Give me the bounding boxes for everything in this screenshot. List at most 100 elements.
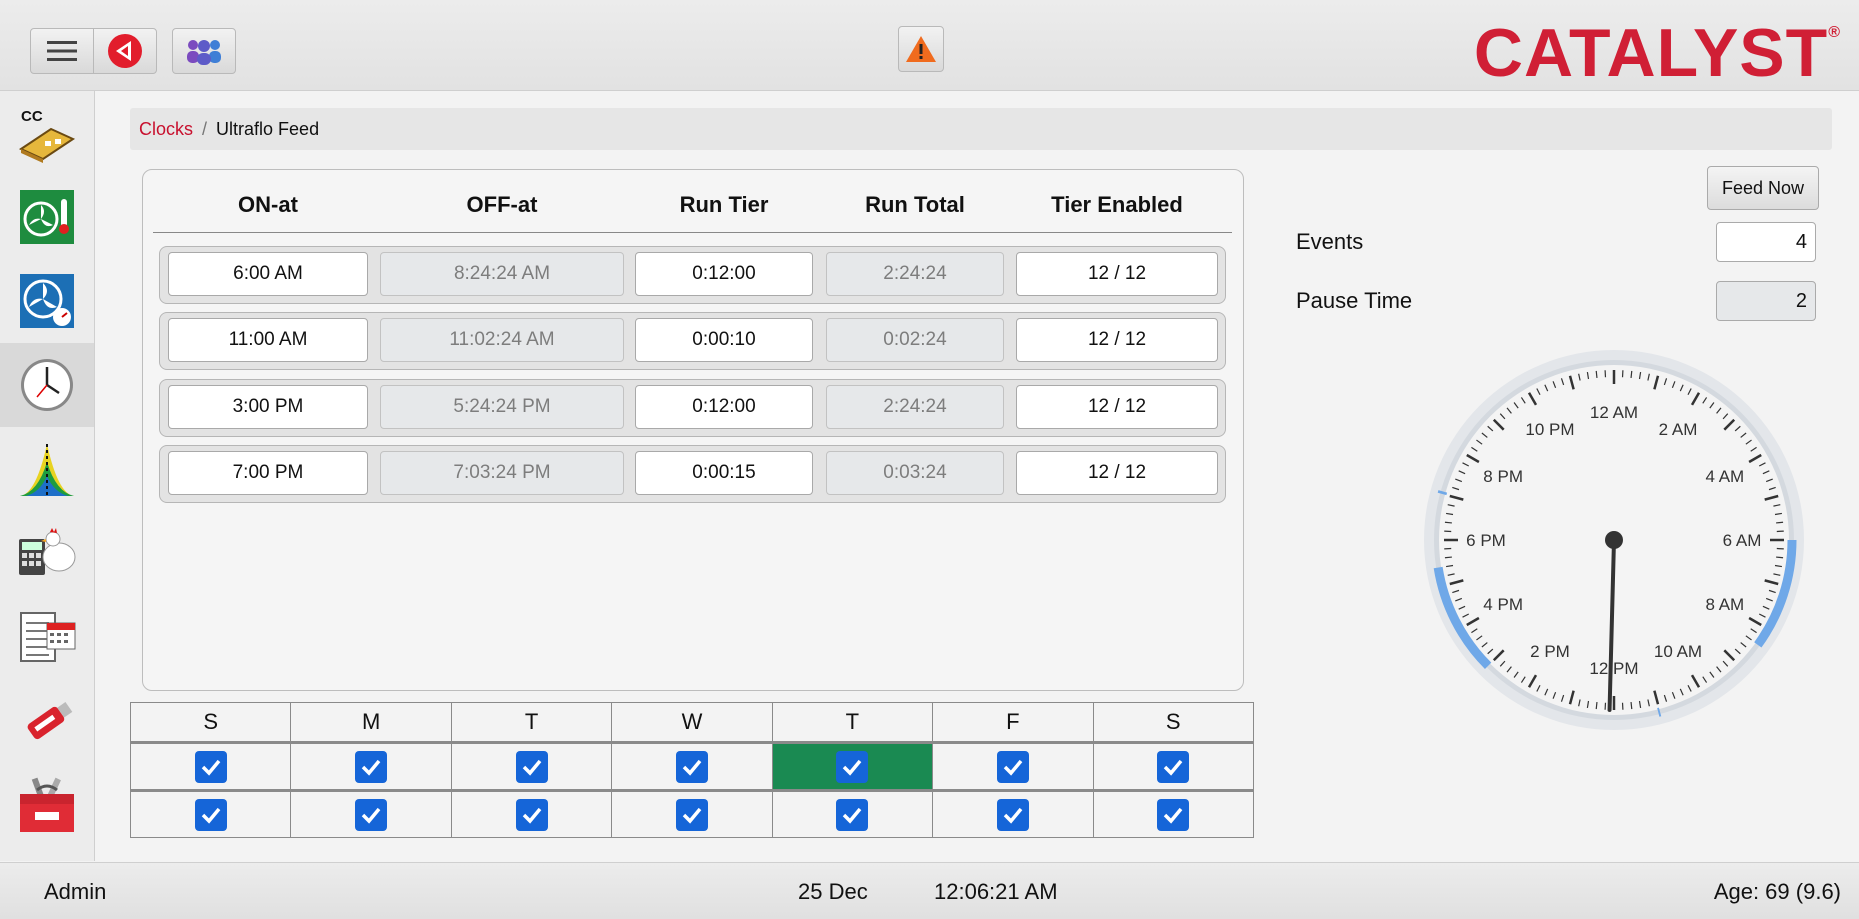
check-icon [360, 756, 382, 778]
check-icon [360, 804, 382, 826]
day-checkbox[interactable] [676, 799, 708, 831]
day-cell [933, 791, 1093, 838]
day-checkbox[interactable] [195, 799, 227, 831]
run-tier-field[interactable]: 0:12:00 [635, 252, 813, 296]
on-at-field[interactable]: 7:00 PM [168, 451, 368, 495]
tier-enabled-field[interactable]: 12 / 12 [1016, 252, 1218, 296]
run-total-value: 0:03:24 [826, 451, 1004, 495]
day-checkbox[interactable] [355, 751, 387, 783]
sidebar-item-bird-calculator[interactable] [0, 511, 94, 595]
top-bar: CATALYST® [0, 0, 1859, 91]
sidebar-item-usb[interactable] [0, 679, 94, 763]
run-tier-field[interactable]: 0:00:10 [635, 318, 813, 362]
on-at-field[interactable]: 3:00 PM [168, 385, 368, 429]
sidebar-item-fan-temperature[interactable] [0, 175, 94, 259]
off-at-value: 11:02:24 AM [380, 318, 624, 362]
tier-enabled-field[interactable]: 12 / 12 [1016, 318, 1218, 362]
clock-tick [1631, 702, 1632, 709]
day-cell [1093, 743, 1253, 791]
day-checkbox[interactable] [195, 751, 227, 783]
breadcrumb-separator: / [202, 119, 207, 140]
tier-enabled-field[interactable]: 12 / 12 [1016, 451, 1218, 495]
clock-hour-label: 12 PM [1589, 659, 1638, 678]
run-tier-field[interactable]: 0:00:15 [635, 451, 813, 495]
menu-button[interactable] [31, 29, 93, 73]
run-total-value: 2:24:24 [826, 385, 1004, 429]
back-button[interactable] [93, 29, 156, 73]
day-cell [291, 791, 451, 838]
day-checkbox[interactable] [1157, 751, 1189, 783]
sidebar-item-growth-curve[interactable] [0, 427, 94, 511]
day-checkbox[interactable] [836, 799, 868, 831]
sidebar-item-toolbox[interactable] [0, 763, 94, 847]
toolbox-icon [17, 776, 77, 834]
run-tier-field[interactable]: 0:12:00 [635, 385, 813, 429]
check-icon [841, 756, 863, 778]
clock-hour-label: 2 PM [1530, 642, 1570, 661]
feed-now-button[interactable]: Feed Now [1707, 166, 1819, 210]
clock-hour-label: 10 PM [1525, 420, 1574, 439]
on-at-field[interactable]: 6:00 AM [168, 252, 368, 296]
off-at-value: 8:24:24 AM [380, 252, 624, 296]
sidebar-item-schedule-log[interactable] [0, 595, 94, 679]
clock-tick [1776, 522, 1783, 523]
clock-tick [1776, 557, 1783, 558]
sidebar: CC [0, 91, 95, 861]
day-checkbox[interactable] [1157, 799, 1189, 831]
warning-icon [904, 34, 938, 64]
back-icon [107, 33, 143, 69]
check-icon [681, 756, 703, 778]
clock-hour-label: 10 AM [1654, 642, 1702, 661]
tier-enabled-field[interactable]: 12 / 12 [1016, 385, 1218, 429]
day-cell [933, 743, 1093, 791]
column-header-on-at: ON-at [168, 192, 368, 218]
day-header-sunday: S [131, 703, 291, 743]
check-icon [1162, 756, 1184, 778]
clock-tick [1445, 522, 1452, 523]
current-date: 25 Dec [798, 879, 868, 905]
day-checkbox[interactable] [836, 751, 868, 783]
clock-hub [1605, 531, 1623, 549]
alarm-button[interactable] [899, 27, 943, 71]
days-of-week-grid: S M T W T F S [130, 702, 1254, 838]
days-row-2 [131, 791, 1254, 838]
check-icon [200, 756, 222, 778]
day-checkbox[interactable] [997, 751, 1029, 783]
day-cell [131, 791, 291, 838]
day-cell [1093, 791, 1253, 838]
users-button[interactable] [173, 29, 235, 73]
status-bar: Admin 25 Dec 12:06:21 AM Age: 69 (9.6) [0, 862, 1859, 919]
day-checkbox[interactable] [997, 799, 1029, 831]
on-at-field[interactable]: 11:00 AM [168, 318, 368, 362]
catalyst-logo: CATALYST® [1474, 14, 1841, 92]
clock-hour-label: 6 PM [1466, 531, 1506, 550]
clock-tick [1596, 702, 1597, 709]
column-header-off-at: OFF-at [380, 192, 624, 218]
current-time: 12:06:21 AM [934, 879, 1058, 905]
clock-hour-label: 2 AM [1659, 420, 1698, 439]
day-checkbox[interactable] [516, 799, 548, 831]
check-icon [1002, 756, 1024, 778]
clock-hour-label: 6 AM [1723, 531, 1762, 550]
clock-tick [1445, 557, 1452, 558]
clock-icon [19, 357, 75, 413]
sidebar-item-fan-speed[interactable] [0, 259, 94, 343]
usb-drive-icon [19, 693, 75, 749]
calendar-log-icon [17, 609, 77, 665]
day-cell-today [772, 743, 932, 791]
sidebar-item-climate-control[interactable]: CC [0, 91, 94, 175]
pause-time-label: Pause Time [1296, 288, 1412, 314]
flock-age: Age: 69 (9.6) [1714, 879, 1841, 905]
off-at-value: 7:03:24 PM [380, 451, 624, 495]
day-cell [612, 791, 772, 838]
day-checkbox[interactable] [676, 751, 708, 783]
sidebar-item-clocks[interactable] [0, 343, 94, 427]
day-checkbox[interactable] [516, 751, 548, 783]
breadcrumb-link-clocks[interactable]: Clocks [139, 119, 193, 140]
events-field[interactable]: 4 [1716, 222, 1816, 262]
day-header-monday: M [291, 703, 451, 743]
run-total-value: 0:02:24 [826, 318, 1004, 362]
day-checkbox[interactable] [355, 799, 387, 831]
clock-hour-label: 12 AM [1590, 403, 1638, 422]
clock-hour-label: 8 AM [1705, 595, 1744, 614]
